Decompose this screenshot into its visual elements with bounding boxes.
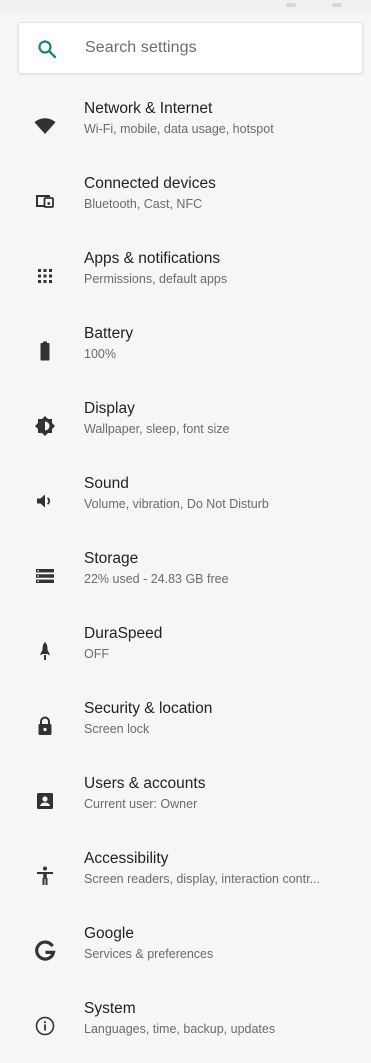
setting-title: Battery xyxy=(84,325,134,342)
setting-subtitle: Screen readers, display, interaction con… xyxy=(84,872,320,886)
settings-list: Network & Internet Wi-Fi, mobile, data u… xyxy=(0,88,371,1063)
volume-icon xyxy=(33,489,57,513)
search-bar[interactable]: Search settings xyxy=(18,22,363,74)
setting-subtitle: Wi-Fi, mobile, data usage, hotspot xyxy=(84,122,274,136)
setting-subtitle: Volume, vibration, Do Not Disturb xyxy=(84,497,269,511)
setting-title: Sound xyxy=(84,475,129,492)
setting-storage[interactable]: Storage 22% used - 24.83 GB free xyxy=(0,538,371,613)
setting-subtitle: 22% used - 24.83 GB free xyxy=(84,572,229,586)
setting-title: Apps & notifications xyxy=(84,250,221,267)
connected-devices-icon xyxy=(33,189,57,213)
info-icon xyxy=(33,1014,57,1038)
setting-title: Google xyxy=(84,925,134,942)
rocket-icon xyxy=(33,639,57,663)
setting-network-internet[interactable]: Network & Internet Wi-Fi, mobile, data u… xyxy=(0,88,371,163)
setting-connected-devices[interactable]: Connected devices Bluetooth, Cast, NFC xyxy=(0,163,371,238)
wifi-icon xyxy=(33,114,57,138)
setting-subtitle: 100% xyxy=(84,347,116,361)
lock-icon xyxy=(33,714,57,738)
status-indicator xyxy=(286,3,296,7)
setting-subtitle: Screen lock xyxy=(84,722,150,736)
setting-subtitle: Current user: Owner xyxy=(84,797,198,811)
setting-title: Storage xyxy=(84,550,139,567)
setting-title: System xyxy=(84,1000,136,1017)
setting-title: Display xyxy=(84,400,135,417)
setting-apps-notifications[interactable]: Apps & notifications Permissions, defaul… xyxy=(0,238,371,313)
setting-subtitle: Wallpaper, sleep, font size xyxy=(84,422,230,436)
setting-title: Accessibility xyxy=(84,850,169,867)
setting-battery[interactable]: Battery 100% xyxy=(0,313,371,388)
status-bar xyxy=(0,0,371,12)
setting-sound[interactable]: Sound Volume, vibration, Do Not Disturb xyxy=(0,463,371,538)
storage-icon xyxy=(33,564,57,588)
brightness-icon xyxy=(33,414,57,438)
battery-icon xyxy=(33,339,57,363)
setting-google[interactable]: Google Services & preferences xyxy=(0,913,371,988)
apps-grid-icon xyxy=(33,264,57,288)
google-icon xyxy=(33,939,57,963)
setting-title: Security & location xyxy=(84,700,213,717)
setting-title: DuraSpeed xyxy=(84,625,163,642)
setting-subtitle: OFF xyxy=(84,647,109,661)
setting-duraspeed[interactable]: DuraSpeed OFF xyxy=(0,613,371,688)
search-placeholder: Search settings xyxy=(85,39,197,56)
setting-security-location[interactable]: Security & location Screen lock xyxy=(0,688,371,763)
setting-system[interactable]: System Languages, time, backup, updates xyxy=(0,988,371,1063)
setting-subtitle: Languages, time, backup, updates xyxy=(84,1022,276,1036)
setting-title: Network & Internet xyxy=(84,100,213,117)
setting-title: Users & accounts xyxy=(84,775,206,792)
status-indicator xyxy=(332,3,342,7)
account-box-icon xyxy=(33,789,57,813)
setting-subtitle: Services & preferences xyxy=(84,947,214,961)
setting-users-accounts[interactable]: Users & accounts Current user: Owner xyxy=(0,763,371,838)
setting-display[interactable]: Display Wallpaper, sleep, font size xyxy=(0,388,371,463)
setting-title: Connected devices xyxy=(84,175,216,192)
search-icon xyxy=(35,37,59,61)
setting-accessibility[interactable]: Accessibility Screen readers, display, i… xyxy=(0,838,371,913)
setting-subtitle: Permissions, default apps xyxy=(84,272,228,286)
setting-subtitle: Bluetooth, Cast, NFC xyxy=(84,197,203,211)
accessibility-icon xyxy=(33,864,57,888)
